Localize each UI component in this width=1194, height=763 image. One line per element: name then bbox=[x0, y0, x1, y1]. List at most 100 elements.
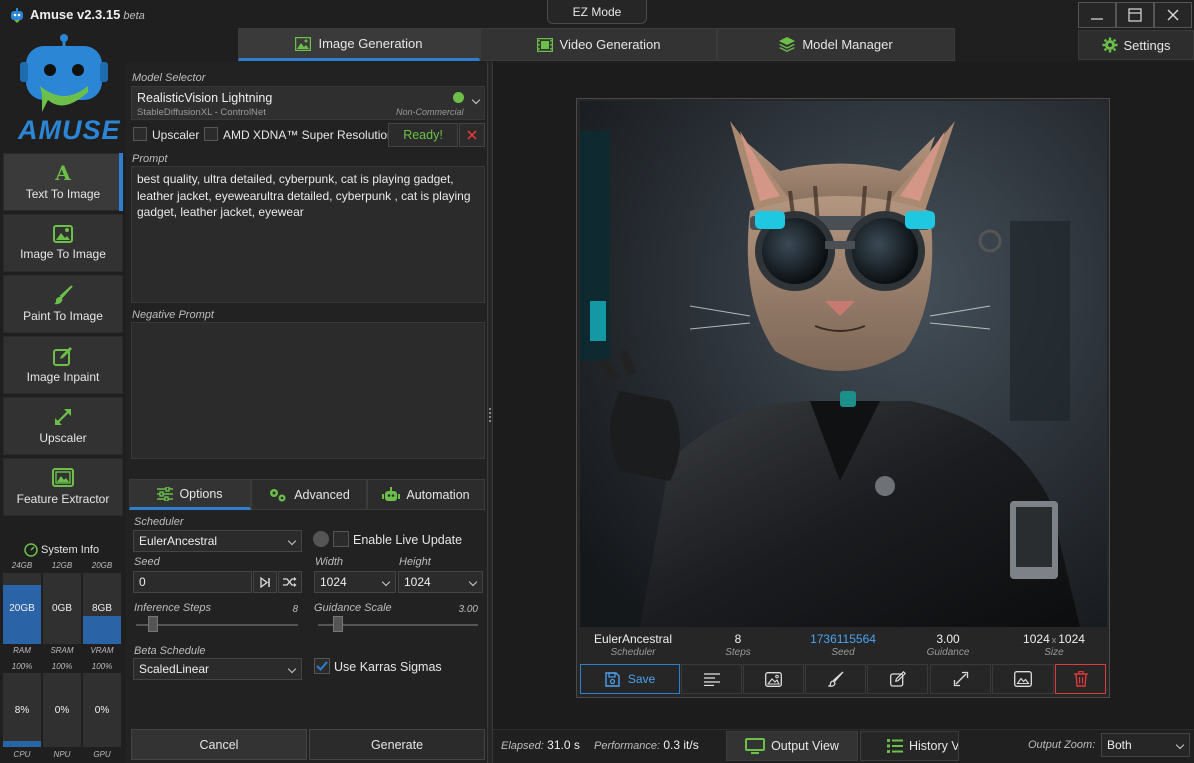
npu-value: 0% bbox=[54, 705, 70, 716]
cpu-bar-fill bbox=[3, 741, 41, 747]
upscaler-checkbox[interactable] bbox=[133, 127, 147, 141]
npu-capacity: 100% bbox=[51, 662, 73, 671]
width-select[interactable]: 1024 bbox=[314, 571, 396, 593]
list-icon bbox=[887, 739, 903, 753]
live-update-checkbox[interactable] bbox=[333, 531, 349, 547]
ez-mode-button[interactable]: EZ Mode bbox=[547, 0, 647, 24]
scheduler-value: EulerAncestral bbox=[139, 534, 218, 548]
result-steps: 8 bbox=[734, 632, 742, 646]
generate-button[interactable]: Generate bbox=[309, 729, 485, 760]
system-info-title: System Info bbox=[41, 544, 100, 556]
tab-automation[interactable]: Automation bbox=[367, 479, 485, 510]
sram-capacity: 12GB bbox=[51, 561, 73, 570]
width-value: 1024 bbox=[320, 575, 347, 589]
beta-schedule-select[interactable]: ScaledLinear bbox=[133, 658, 302, 680]
amd-sr-label: AMD XDNA™ Super Resolution bbox=[223, 128, 394, 142]
chevron-down-icon bbox=[381, 577, 391, 587]
amuse-logo: AMUSE bbox=[18, 34, 120, 144]
nav-image-inpaint[interactable]: Image Inpaint bbox=[3, 336, 123, 394]
model-selector[interactable]: RealisticVision Lightning StableDiffusio… bbox=[131, 86, 485, 120]
amd-sr-checkbox[interactable] bbox=[204, 127, 218, 141]
minimize-button[interactable] bbox=[1078, 2, 1116, 28]
history-view-tab[interactable]: History Vi bbox=[860, 731, 959, 761]
image-icon bbox=[295, 36, 312, 51]
save-label: Save bbox=[627, 672, 656, 686]
karras-checkbox[interactable] bbox=[314, 658, 330, 674]
guidance-scale-slider[interactable] bbox=[318, 616, 478, 634]
send-to-image-button[interactable] bbox=[743, 664, 804, 694]
seed-input[interactable]: 0 bbox=[133, 571, 252, 593]
output-view-tab[interactable]: Output View bbox=[726, 731, 858, 761]
tab-video-generation[interactable]: Video Generation bbox=[480, 28, 717, 61]
upscaler-label: Upscaler bbox=[152, 128, 200, 142]
letter-a-icon: A bbox=[55, 161, 71, 185]
nav-label: Upscaler bbox=[39, 431, 87, 445]
gpu-capacity: 100% bbox=[91, 662, 113, 671]
nav-active-indicator bbox=[119, 153, 123, 211]
result-size-caption: Size bbox=[1044, 647, 1064, 658]
delete-button[interactable] bbox=[1055, 664, 1106, 694]
output-zoom-value: Both bbox=[1107, 738, 1132, 752]
nav-paint-to-image[interactable]: Paint To Image bbox=[3, 275, 123, 333]
inference-steps-label: Inference Steps bbox=[134, 602, 212, 614]
tab-label: Options bbox=[179, 486, 223, 501]
chevron-down-icon bbox=[1175, 740, 1185, 750]
result-size-x: x bbox=[1051, 635, 1057, 645]
prompt-details-button[interactable] bbox=[681, 664, 742, 694]
slider-thumb[interactable] bbox=[148, 616, 158, 632]
tab-image-generation[interactable]: Image Generation bbox=[238, 28, 480, 61]
cancel-button[interactable]: Cancel bbox=[131, 729, 307, 760]
prompt-input[interactable]: best quality, ultra detailed, cyberpunk,… bbox=[131, 166, 485, 303]
send-to-paint-button[interactable] bbox=[805, 664, 866, 694]
model-status-dot bbox=[453, 92, 464, 103]
vram-value: 8GB bbox=[91, 603, 112, 614]
result-seed[interactable]: 1736115564 bbox=[800, 632, 886, 646]
result-size-width: 1024 bbox=[1023, 632, 1050, 646]
send-to-inpaint-button[interactable] bbox=[867, 664, 928, 694]
settings-button[interactable]: Settings bbox=[1078, 30, 1194, 60]
save-button[interactable]: Save bbox=[580, 664, 680, 694]
ram-value: 20GB bbox=[9, 603, 35, 614]
width-label: Width bbox=[315, 556, 344, 568]
nav-label: Image Inpaint bbox=[26, 370, 100, 384]
close-icon[interactable] bbox=[459, 123, 485, 147]
tab-options[interactable]: Options bbox=[129, 479, 251, 510]
send-to-upscaler-button[interactable] bbox=[930, 664, 991, 694]
edit-icon bbox=[53, 346, 73, 366]
nav-feature-extractor[interactable]: Feature Extractor bbox=[3, 458, 123, 516]
karras-label: Use Karras Sigmas bbox=[334, 660, 442, 674]
inference-steps-slider[interactable] bbox=[136, 616, 298, 634]
nav-image-to-image[interactable]: Image To Image bbox=[3, 214, 123, 272]
save-icon bbox=[605, 671, 620, 687]
shuffle-icon bbox=[283, 576, 297, 588]
result-guidance-caption: Guidance bbox=[926, 647, 970, 658]
app-small-icon bbox=[9, 8, 25, 23]
height-select[interactable]: 1024 bbox=[398, 571, 483, 593]
maximize-button[interactable] bbox=[1116, 2, 1154, 28]
nav-text-to-image[interactable]: A Text To Image bbox=[3, 153, 123, 211]
scheduler-select[interactable]: EulerAncestral bbox=[133, 530, 302, 552]
slider-thumb[interactable] bbox=[333, 616, 343, 632]
elapsed-value: 31.0 s bbox=[547, 738, 580, 752]
nav-upscaler[interactable]: Upscaler bbox=[3, 397, 123, 455]
tab-model-manager[interactable]: Model Manager bbox=[717, 28, 955, 61]
send-to-feature-extractor-button[interactable] bbox=[992, 664, 1054, 694]
close-button[interactable] bbox=[1154, 2, 1192, 28]
tab-label: Advanced bbox=[294, 487, 350, 502]
sram-value: 0GB bbox=[51, 603, 72, 614]
system-info-panel: 24GB 12GB 20GB 20GB 0GB 8GB RAM SRAM VRA… bbox=[0, 556, 126, 763]
tab-advanced[interactable]: Advanced bbox=[251, 479, 367, 510]
picture-icon bbox=[53, 225, 73, 243]
vram-label: VRAM bbox=[90, 646, 114, 655]
performance-readout: Performance: 0.3 it/s bbox=[594, 738, 699, 752]
settings-label: Settings bbox=[1123, 37, 1171, 53]
output-zoom-select[interactable]: Both bbox=[1101, 733, 1190, 757]
ready-button[interactable]: Ready! bbox=[388, 123, 458, 147]
nav-label: Feature Extractor bbox=[16, 492, 110, 506]
performance-value: 0.3 it/s bbox=[663, 738, 699, 752]
seed-random-button[interactable] bbox=[278, 571, 302, 593]
negative-prompt-input[interactable] bbox=[131, 322, 485, 459]
chevron-down-icon bbox=[468, 577, 478, 587]
elapsed-label: Elapsed: bbox=[501, 740, 544, 752]
seed-step-button[interactable] bbox=[253, 571, 277, 593]
